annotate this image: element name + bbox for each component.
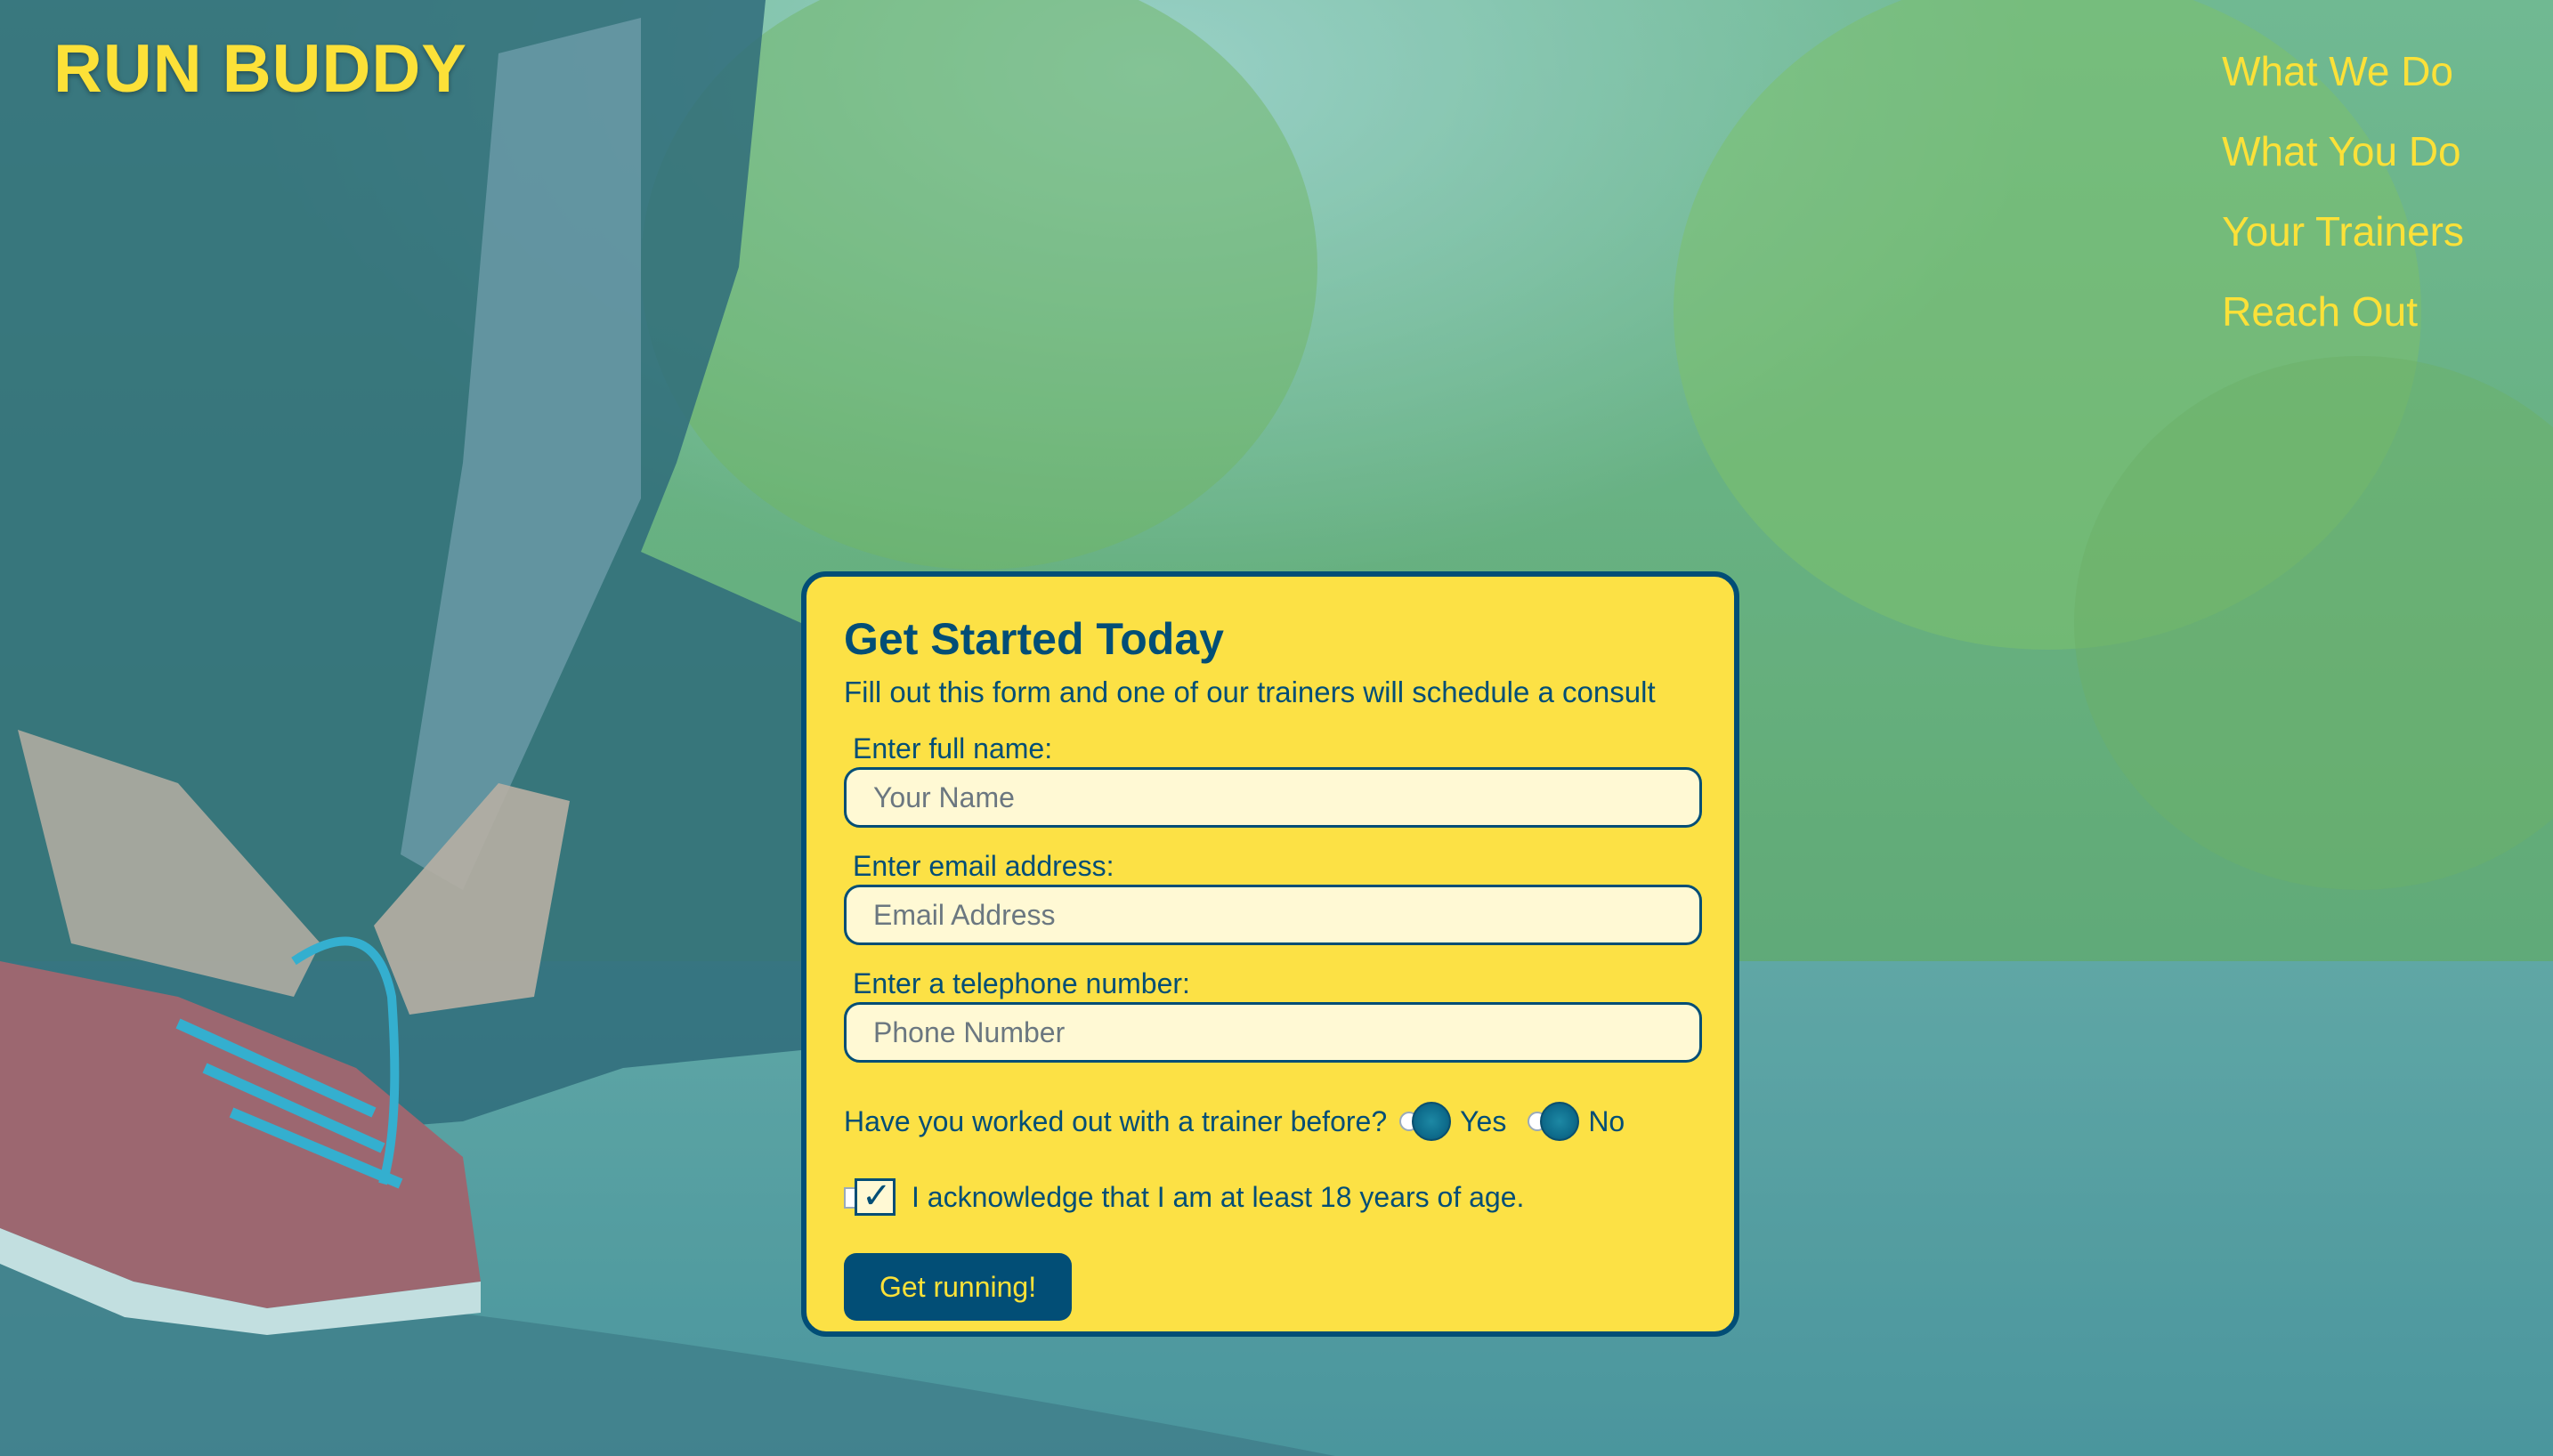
main-nav: What We Do What You Do Your Trainers Rea… — [2222, 50, 2464, 370]
age-ack-row: ✓ I acknowledge that I am at least 18 ye… — [844, 1177, 1698, 1217]
email-input[interactable] — [844, 885, 1702, 945]
radio-yes-label[interactable]: Yes — [1460, 1104, 1506, 1139]
nav-link-what-we-do[interactable]: What We Do — [2222, 50, 2464, 93]
radio-no[interactable] — [1528, 1102, 1581, 1141]
form-subtitle: Fill out this form and one of our traine… — [844, 675, 1656, 708]
phone-label: Enter a telephone number: — [853, 967, 1190, 999]
nav-link-reach-out[interactable]: Reach Out — [2222, 290, 2464, 333]
submit-button[interactable]: Get running! — [844, 1253, 1073, 1321]
age-ack-label[interactable]: I acknowledge that I am at least 18 year… — [912, 1181, 1524, 1214]
trainer-question-row: Have you worked out with a trainer befor… — [844, 1102, 1698, 1141]
nav-link-your-trainers[interactable]: Your Trainers — [2222, 210, 2464, 253]
radio-circle-icon — [1540, 1102, 1580, 1141]
age-ack-checkbox[interactable]: ✓ — [844, 1177, 897, 1217]
email-label: Enter email address: — [853, 850, 1114, 882]
nav-item: Reach Out — [2222, 290, 2464, 333]
signup-card: Get Started Today Fill out this form and… — [801, 571, 1739, 1337]
radio-no-label[interactable]: No — [1588, 1104, 1625, 1139]
phone-input[interactable] — [844, 1002, 1702, 1063]
nav-item: What We Do — [2222, 50, 2464, 93]
hero-section: RUN BUDDY What We Do What You Do Your Tr… — [0, 0, 2553, 1456]
radio-yes[interactable] — [1399, 1102, 1453, 1141]
name-input[interactable] — [844, 767, 1702, 828]
nav-item: Your Trainers — [2222, 210, 2464, 253]
checkmark-icon: ✓ — [862, 1177, 892, 1216]
nav-link-what-you-do[interactable]: What You Do — [2222, 130, 2464, 173]
site-logo[interactable]: RUN BUDDY — [53, 30, 467, 108]
nav-item: What You Do — [2222, 130, 2464, 173]
radio-circle-icon — [1412, 1102, 1452, 1141]
trainer-question-label: Have you worked out with a trainer befor… — [844, 1105, 1388, 1137]
name-label: Enter full name: — [853, 732, 1053, 764]
form-title: Get Started Today — [844, 614, 1224, 664]
